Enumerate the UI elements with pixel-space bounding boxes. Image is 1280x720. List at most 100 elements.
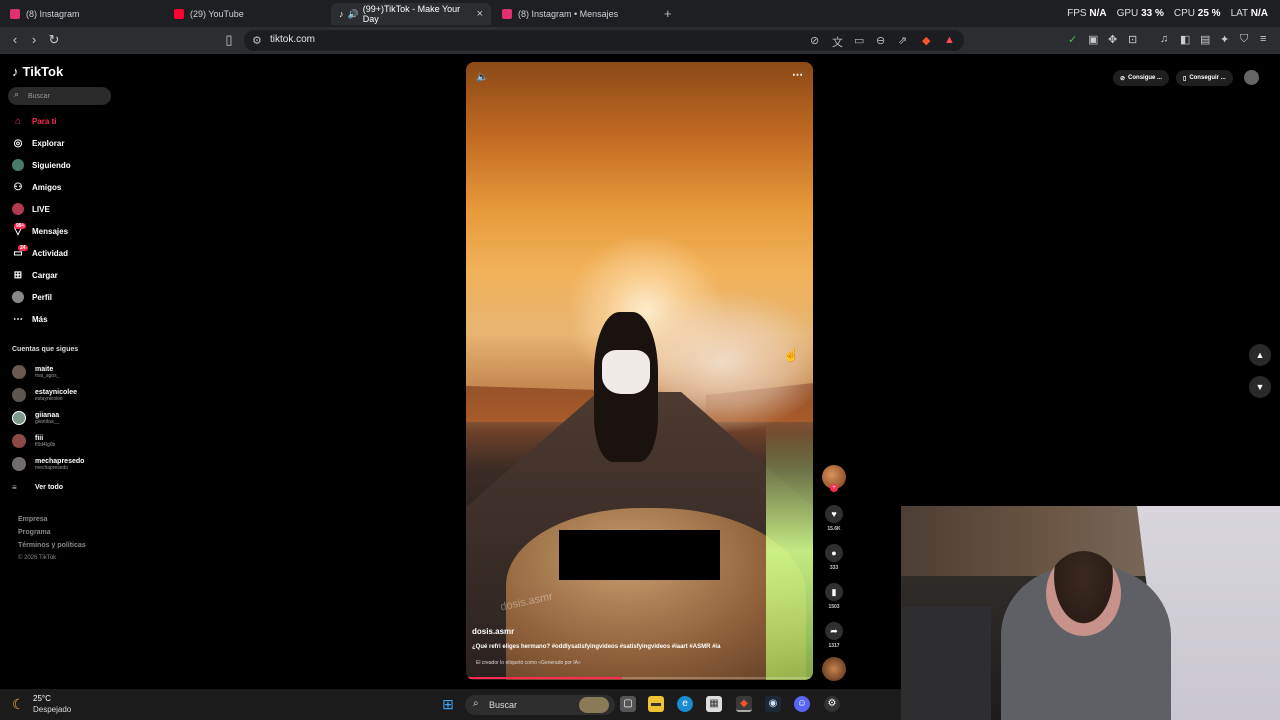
weather-desc[interactable]: Despejado	[33, 705, 71, 714]
translate-icon[interactable]: 文	[832, 34, 843, 50]
tiktok-logo[interactable]: ♪ TikTok	[12, 64, 63, 79]
cast-icon[interactable]: ▭	[854, 34, 864, 47]
account-name: giianaa	[35, 411, 60, 419]
menu-icon[interactable]: ≡	[1260, 33, 1266, 45]
next-video-button[interactable]: ▼	[1249, 376, 1271, 398]
site-info-icon[interactable]: ⚙	[252, 34, 262, 47]
account-item[interactable]: fiii fi5d4lg0b	[12, 433, 55, 449]
extension-icon[interactable]: ▣	[1088, 33, 1098, 46]
ai-icon[interactable]: ✦	[1220, 33, 1229, 46]
sidebar-item-friends[interactable]: ⚇ Amigos	[12, 179, 62, 195]
address-bar[interactable]: ⚙ tiktok.com ⊘ 文 ▭ ⊖ ⇗ ◆ ▲	[244, 30, 964, 51]
avatar	[12, 434, 26, 448]
tab-youtube[interactable]: (29) YouTube	[166, 3, 331, 25]
check-icon[interactable]: ✓	[1068, 33, 1077, 46]
windows-start-icon[interactable]: ⊞	[440, 696, 456, 712]
media-icon[interactable]: ♫	[1160, 33, 1168, 45]
tab-instagram[interactable]: (8) Instagram	[2, 3, 167, 25]
sidebar-item-live[interactable]: LIVE	[12, 201, 50, 217]
volume-icon[interactable]: 🔈	[476, 72, 488, 83]
account-name: maite	[35, 365, 54, 373]
profile-avatar[interactable]	[1244, 70, 1259, 85]
heart-icon: ♥	[825, 505, 843, 523]
tiktok-note-icon: ♪	[12, 64, 19, 79]
search-box[interactable]: ⌕	[8, 87, 111, 105]
puzzle-icon[interactable]: ✥	[1108, 33, 1117, 46]
steam-icon[interactable]: ◉	[765, 696, 781, 712]
discord-icon[interactable]: ☺	[794, 696, 810, 712]
speaker-icon: 🔊	[347, 8, 359, 19]
avatar	[12, 365, 26, 379]
screenshot-icon[interactable]: ⊡	[1128, 33, 1137, 46]
settings-icon[interactable]: ⚙	[824, 696, 840, 712]
music-disc[interactable]	[822, 657, 846, 681]
windows-taskbar: ☾ 25°C Despejado ⊞ ⌕ Buscar ▢ ▬ e ▦ ◆ ◉ …	[0, 689, 901, 720]
url-text[interactable]: tiktok.com	[270, 34, 315, 45]
footer-link-program[interactable]: Programa	[18, 529, 51, 536]
brave-icon[interactable]: ◆	[736, 696, 752, 712]
reload-icon[interactable]: ↻	[45, 31, 63, 49]
wallet-icon[interactable]: ▤	[1200, 33, 1210, 46]
footer-link-terms[interactable]: Términos y políticas	[18, 542, 86, 549]
zoom-icon[interactable]: ⊖	[876, 34, 885, 47]
weather-temp[interactable]: 25°C	[33, 694, 51, 703]
account-item[interactable]: maite mai_agos_	[12, 364, 59, 380]
tab-label: (8) Instagram	[26, 9, 80, 19]
following-section-title: Cuentas que sigues	[12, 346, 79, 353]
pill-label: Conseguir ...	[1189, 75, 1226, 81]
brave-shield-icon[interactable]: ◆	[922, 34, 930, 47]
sidebar-item-explore[interactable]: ◎ Explorar	[12, 135, 65, 151]
new-tab-button[interactable]: +	[664, 6, 672, 21]
get-coins-button[interactable]: ⊘ Consigue ...	[1113, 70, 1170, 86]
footer-link-company[interactable]: Empresa	[18, 516, 48, 523]
follow-button[interactable]: +	[830, 484, 838, 492]
tab-tiktok[interactable]: ♪ 🔊 (99+)TikTok - Make Your Day ×	[331, 3, 491, 25]
tab-instagram-messages[interactable]: (8) Instagram • Mensajes	[494, 3, 659, 25]
bookmark-icon: ▮	[825, 583, 843, 601]
save-button[interactable]: ▮ 1503	[824, 583, 844, 610]
share-icon[interactable]: ⇗	[898, 34, 907, 47]
sidebar-item-label: Cargar	[32, 270, 58, 280]
messages-badge: 99+	[14, 223, 27, 229]
sidebar-item-label: Mensajes	[32, 226, 69, 236]
search-input[interactable]	[28, 91, 108, 102]
comment-button[interactable]: ● 333	[824, 544, 844, 571]
lat-value: N/A	[1250, 8, 1268, 19]
sidebar-item-for-you[interactable]: ⌂ Para ti	[12, 113, 57, 129]
account-item[interactable]: giianaa giianitaa__	[12, 410, 59, 426]
account-item[interactable]: mechapresedo mechapresedo	[12, 456, 84, 472]
edge-icon[interactable]: e	[677, 696, 693, 712]
forward-icon[interactable]: ›	[25, 31, 43, 49]
account-item[interactable]: estaynicolee estaynicolee	[12, 387, 77, 403]
brave-rewards-icon[interactable]: ▲	[944, 34, 955, 46]
task-view-icon[interactable]: ▢	[620, 696, 636, 712]
sidebar-item-following[interactable]: Siguiendo	[12, 157, 71, 173]
see-all-link[interactable]: ≡ Ver todo	[12, 479, 63, 495]
activity-badge: 24	[18, 245, 28, 251]
like-button[interactable]: ♥ 15.6K	[824, 505, 844, 532]
vpn-icon[interactable]: ⛉	[1240, 33, 1248, 46]
video-author[interactable]: dosis.asmr	[472, 627, 514, 636]
sidebar-icon[interactable]: ◧	[1180, 33, 1190, 46]
avatar	[12, 411, 26, 425]
video-progress-bar[interactable]	[466, 677, 813, 679]
sidebar-item-upload[interactable]: ⊞ Cargar	[12, 267, 58, 283]
chevron-down-icon: ▼	[1255, 382, 1265, 392]
more-options-icon[interactable]: ⋯	[792, 68, 803, 81]
previous-video-button[interactable]: ▲	[1249, 344, 1271, 366]
sidebar-item-more[interactable]: ⋯ Más	[12, 311, 48, 327]
store-icon[interactable]: ▦	[706, 696, 722, 712]
share-button[interactable]: ➦ 1317	[824, 622, 844, 649]
more-icon: ⋯	[13, 313, 23, 325]
file-explorer-icon[interactable]: ▬	[648, 696, 664, 712]
close-tab-icon[interactable]: ×	[477, 8, 483, 20]
get-app-button[interactable]: ▯ Conseguir ...	[1176, 70, 1233, 86]
home-icon: ⌂	[14, 115, 22, 127]
taskbar-search[interactable]: ⌕ Buscar	[465, 695, 615, 715]
search-icon: ⌕	[14, 89, 20, 99]
video-player[interactable]: dosis.asmr 🔈 ⋯ dosis.asmr ¿Qué refri eli…	[466, 62, 813, 680]
sidebar-item-profile[interactable]: Perfil	[12, 289, 52, 305]
back-icon[interactable]: ‹	[6, 31, 24, 49]
bookmark-icon[interactable]: ▯	[220, 31, 238, 49]
tracking-icon[interactable]: ⊘	[810, 34, 819, 47]
